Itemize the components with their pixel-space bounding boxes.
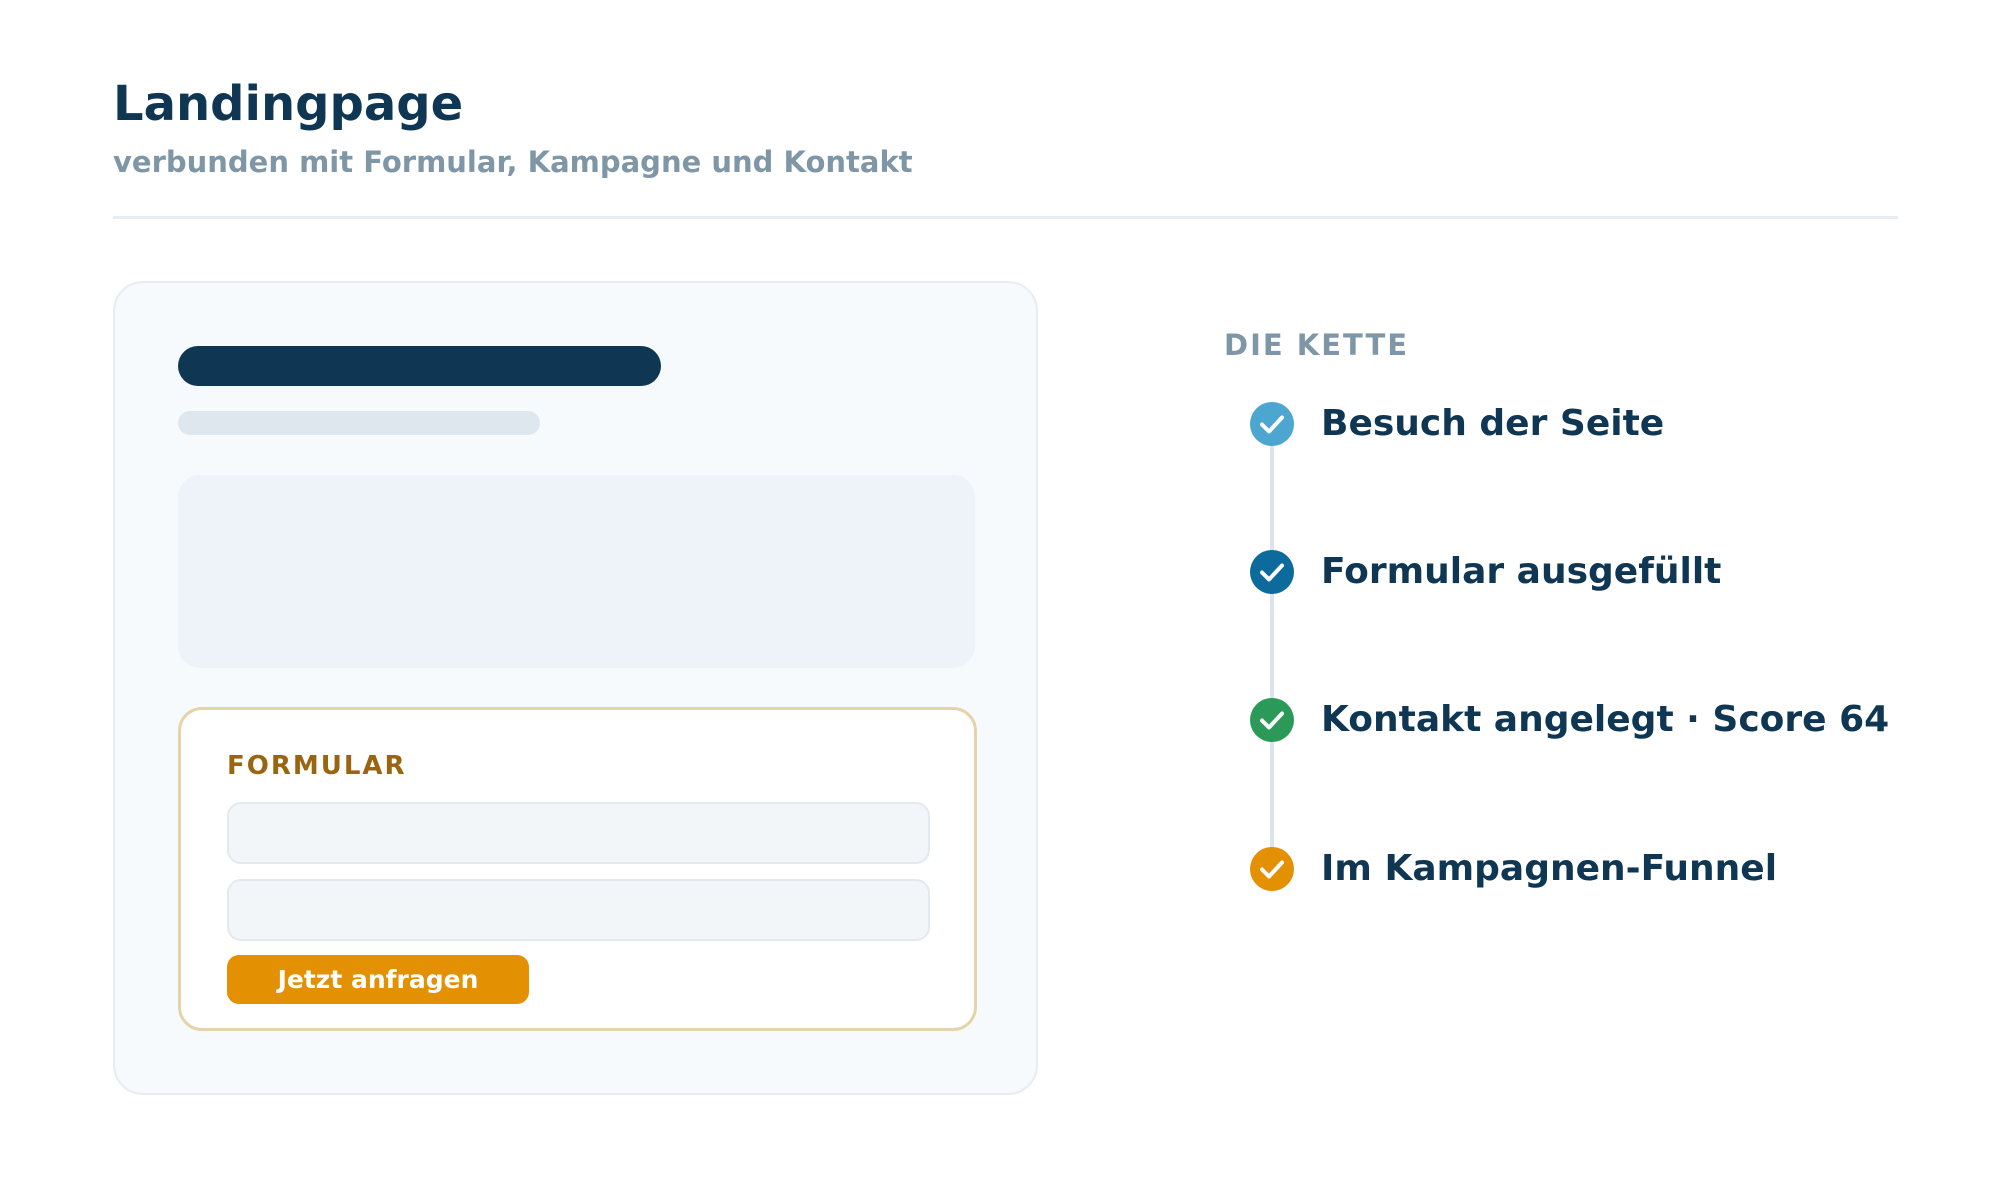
form-label: FORMULAR (227, 751, 407, 781)
request-button[interactable]: Jetzt anfragen (227, 955, 529, 1004)
mockup-subline-placeholder (178, 411, 540, 435)
page-subtitle: verbunden mit Formular, Kampagne und Kon… (113, 145, 913, 179)
page-title: Landingpage (113, 76, 464, 132)
chain-step-label: Kontakt angelegt · Score 64 (1321, 699, 1890, 740)
check-icon (1249, 846, 1295, 892)
mockup-headline-placeholder (178, 346, 661, 386)
chain-connector-line (1270, 424, 1274, 869)
check-icon (1249, 401, 1295, 447)
header-divider (113, 216, 1898, 219)
chain-heading: DIE KETTE (1224, 328, 1410, 362)
mockup-hero-placeholder (178, 475, 975, 668)
form-box: FORMULAR Jetzt anfragen (178, 707, 977, 1031)
form-input-2[interactable] (227, 879, 930, 941)
form-input-1[interactable] (227, 802, 930, 864)
landingpage-mockup-card: FORMULAR Jetzt anfragen (113, 281, 1038, 1095)
check-icon (1249, 697, 1295, 743)
check-icon (1249, 549, 1295, 595)
chain-step-label: Besuch der Seite (1321, 403, 1665, 444)
chain-step-label: Im Kampagnen-Funnel (1321, 848, 1778, 889)
chain-step-label: Formular ausgefüllt (1321, 551, 1722, 592)
